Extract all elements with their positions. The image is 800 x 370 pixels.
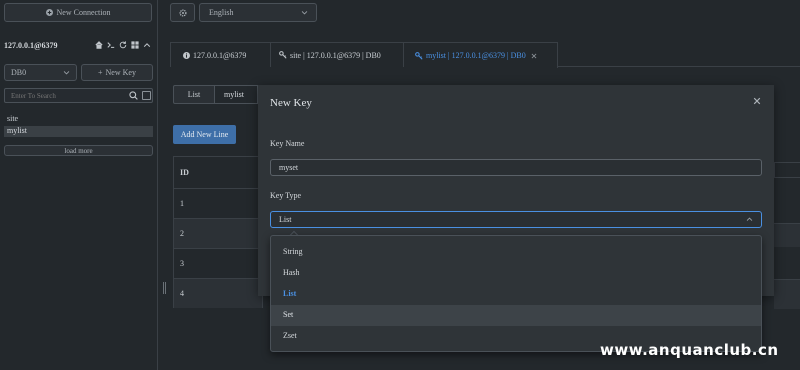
resize-handle[interactable]	[163, 282, 166, 294]
tab-label: 127.0.0.1@6379	[193, 50, 247, 60]
dropdown-option-string[interactable]: String	[271, 242, 761, 263]
db-select[interactable]: DB0	[4, 64, 77, 81]
tab-connection[interactable]: 127.0.0.1@6379	[170, 42, 271, 67]
gear-icon	[178, 8, 187, 17]
search-input[interactable]	[5, 89, 137, 102]
tab-key-site[interactable]: site | 127.0.0.1@6379 | DB0	[271, 42, 404, 67]
table-right-edge	[774, 279, 800, 309]
plus-circle-icon	[45, 9, 53, 16]
exact-search-checkbox[interactable]	[142, 91, 151, 100]
key-type-select[interactable]: List	[270, 211, 762, 228]
dropdown-option-set[interactable]: Set	[271, 305, 761, 326]
key-name-field[interactable]: myset	[270, 159, 762, 176]
key-type-label: Key Type	[270, 191, 302, 200]
table-row[interactable]: 3	[174, 248, 262, 278]
key-icon	[415, 51, 423, 60]
info-circle-icon	[183, 51, 190, 59]
key-type-dropdown: String Hash List Set Zset	[270, 235, 762, 352]
db-select-value: DB0	[11, 68, 27, 77]
value-table: ID 1 2 3 4	[173, 156, 263, 308]
sidebar: New Connection 127.0.0.1@6379 DB0 + New …	[0, 0, 158, 370]
table-row[interactable]: 4	[174, 278, 262, 308]
grid-icon[interactable]	[131, 41, 139, 49]
key-type-value: List	[279, 215, 292, 224]
table-right-edge	[774, 223, 800, 247]
table-row[interactable]: 2	[174, 218, 262, 248]
chevron-up-icon	[746, 216, 753, 223]
tab-key-mylist[interactable]: mylist | 127.0.0.1@6379 | DB0	[404, 42, 558, 68]
search-icon[interactable]	[129, 91, 138, 100]
table-row[interactable]: 1	[174, 188, 262, 218]
chevron-up-icon[interactable]	[143, 41, 151, 49]
key-type-badge: List	[173, 85, 215, 104]
key-name-display[interactable]: mylist	[215, 85, 258, 104]
close-icon[interactable]	[753, 97, 761, 105]
refresh-icon[interactable]	[119, 41, 127, 49]
load-more-button[interactable]: load more	[4, 145, 153, 156]
watermark: www.anquanclub.cn	[600, 341, 779, 359]
home-icon[interactable]	[95, 41, 103, 49]
new-key-button[interactable]: + New Key	[81, 64, 153, 81]
add-new-line-button[interactable]: Add New Line	[173, 125, 236, 144]
key-icon	[279, 51, 287, 59]
chevron-down-icon	[301, 9, 308, 16]
new-connection-label: New Connection	[56, 8, 111, 17]
tab-label: site | 127.0.0.1@6379 | DB0	[290, 50, 381, 60]
plus-icon: +	[98, 68, 103, 77]
new-connection-button[interactable]: New Connection	[4, 3, 152, 22]
table-header-id: ID	[180, 168, 189, 177]
key-name-label: Key Name	[270, 139, 305, 148]
key-list-item[interactable]: mylist	[4, 126, 153, 137]
language-value: English	[209, 8, 234, 17]
chevron-down-icon	[63, 69, 70, 76]
dropdown-option-hash[interactable]: Hash	[271, 263, 761, 284]
settings-button[interactable]	[170, 3, 195, 22]
dropdown-option-list[interactable]: List	[271, 284, 761, 305]
search-box	[4, 88, 153, 103]
new-key-label: New Key	[105, 68, 136, 77]
terminal-icon[interactable]	[107, 41, 115, 49]
language-select[interactable]: English	[199, 3, 317, 22]
dialog-title: New Key	[270, 97, 312, 109]
connection-name[interactable]: 127.0.0.1@6379	[4, 41, 57, 50]
close-icon[interactable]	[531, 53, 537, 59]
key-name-value: myset	[279, 163, 299, 172]
tab-label: mylist | 127.0.0.1@6379 | DB0	[426, 51, 526, 60]
key-list-item[interactable]: site	[4, 114, 153, 125]
connection-toolbar	[95, 41, 151, 49]
table-right-edge	[774, 162, 800, 178]
